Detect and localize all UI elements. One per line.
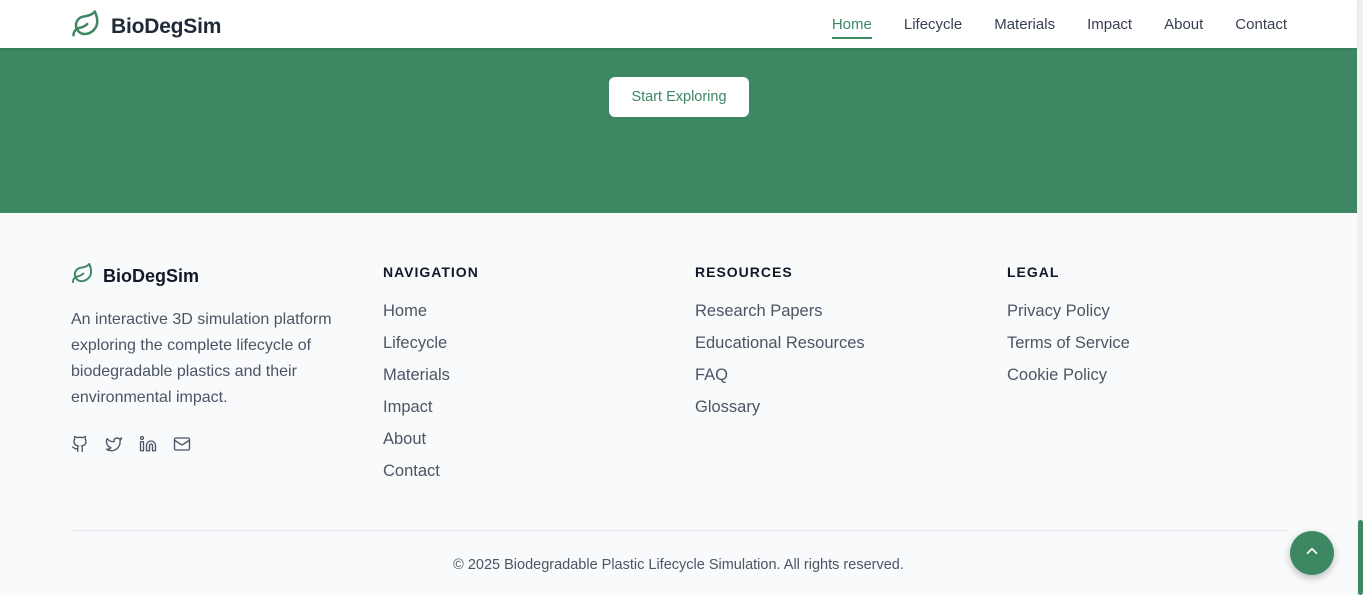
footer-link-educational-resources[interactable]: Educational Resources	[695, 332, 865, 364]
footer-navigation-heading: NAVIGATION	[383, 264, 479, 280]
footer-link-materials[interactable]: Materials	[383, 364, 479, 396]
site-name: BioDegSim	[111, 14, 222, 38]
footer-site-name: BioDegSim	[103, 265, 200, 286]
footer-link-research-papers[interactable]: Research Papers	[695, 300, 865, 332]
footer-link-glossary[interactable]: Glossary	[695, 396, 865, 428]
nav-about[interactable]: About	[1164, 16, 1203, 39]
start-exploring-button[interactable]: Start Exploring	[609, 77, 749, 117]
footer-brand: BioDegSim An interactive 3D simulation p…	[71, 262, 361, 455]
nav-lifecycle[interactable]: Lifecycle	[904, 16, 962, 39]
leaf-icon	[71, 9, 101, 44]
footer-link-contact[interactable]: Contact	[383, 460, 479, 492]
leaf-icon	[71, 262, 94, 290]
scroll-to-top-button[interactable]	[1290, 531, 1334, 575]
mail-icon[interactable]	[173, 435, 193, 455]
footer-link-lifecycle[interactable]: Lifecycle	[383, 332, 479, 364]
nav-materials[interactable]: Materials	[994, 16, 1055, 39]
footer-link-about[interactable]: About	[383, 428, 479, 460]
footer-link-home[interactable]: Home	[383, 300, 479, 332]
github-icon[interactable]	[71, 435, 91, 455]
site-logo[interactable]: BioDegSim	[71, 9, 221, 44]
scrollbar-thumb[interactable]	[1358, 520, 1363, 595]
hero-section: Start Exploring	[0, 48, 1357, 213]
footer-link-faq[interactable]: FAQ	[695, 364, 865, 396]
twitter-icon[interactable]	[105, 435, 125, 455]
footer-description: An interactive 3D simulation platform ex…	[71, 311, 332, 406]
page-scrollbar[interactable]	[1357, 0, 1363, 595]
footer-resources-column: RESOURCES Research Papers Educational Re…	[695, 264, 865, 428]
site-header: BioDegSim Home Lifecycle Materials Impac…	[0, 0, 1357, 48]
linkedin-icon[interactable]	[139, 435, 159, 455]
footer-link-terms-of-service[interactable]: Terms of Service	[1007, 332, 1130, 364]
footer-link-cookie-policy[interactable]: Cookie Policy	[1007, 364, 1130, 396]
footer-legal-column: LEGAL Privacy Policy Terms of Service Co…	[1007, 264, 1130, 396]
footer-resources-heading: RESOURCES	[695, 264, 793, 280]
footer-legal-heading: LEGAL	[1007, 264, 1060, 280]
footer-divider	[71, 530, 1287, 531]
nav-contact[interactable]: Contact	[1235, 16, 1287, 39]
main-nav: Home Lifecycle Materials Impact About Co…	[800, 0, 1287, 48]
footer-navigation-column: NAVIGATION Home Lifecycle Materials Impa…	[383, 264, 479, 492]
copyright-text: © 2025 Biodegradable Plastic Lifecycle S…	[453, 557, 904, 573]
footer-link-privacy-policy[interactable]: Privacy Policy	[1007, 300, 1130, 332]
chevron-up-icon	[1303, 542, 1321, 565]
social-links	[71, 435, 361, 455]
nav-home[interactable]: Home	[831, 16, 872, 39]
footer-logo[interactable]: BioDegSim	[71, 262, 361, 290]
footer-link-impact[interactable]: Impact	[383, 396, 479, 428]
nav-impact[interactable]: Impact	[1087, 16, 1132, 39]
